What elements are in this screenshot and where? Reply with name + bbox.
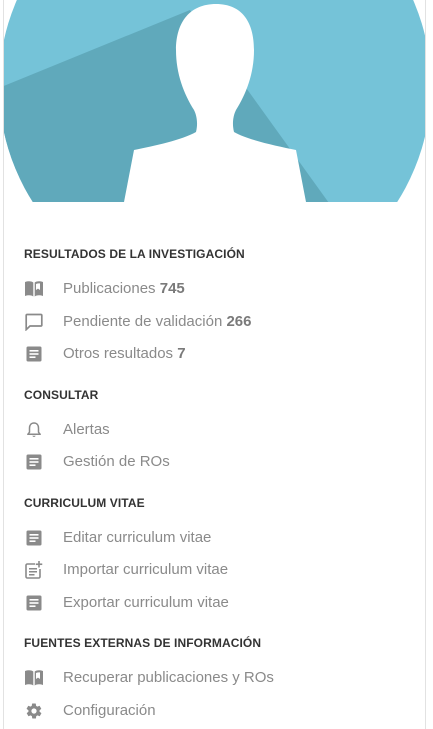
otros-count: 7: [177, 345, 186, 362]
section-title-fuentes-externas: FUENTES EXTERNAS DE INFORMACIÓN: [24, 636, 262, 650]
book-icon: [24, 668, 44, 688]
menu-item-label: Publicaciones 745: [63, 280, 185, 297]
menu-item-label: Configuración: [63, 702, 156, 719]
bell-icon: [24, 420, 44, 440]
publicaciones-count: 745: [159, 280, 185, 297]
menu-item-alertas[interactable]: Alertas: [4, 414, 425, 446]
menu-item-label: Alertas: [63, 421, 110, 438]
menu-item-publicaciones[interactable]: Publicaciones 745: [4, 273, 425, 305]
book-icon: [24, 279, 44, 299]
comment-icon: [24, 312, 44, 332]
section-title-consultar: CONSULTAR: [24, 388, 99, 402]
menu-item-recuperar-publicaciones[interactable]: Recuperar publicaciones y ROs: [4, 662, 425, 694]
menu-item-label: Gestión de ROs: [63, 453, 170, 470]
menu-item-otros-resultados[interactable]: Otros resultados 7: [4, 338, 425, 370]
gear-icon: [24, 701, 44, 721]
menu-item-label: Recuperar publicaciones y ROs: [63, 669, 274, 686]
section-title-resultados: RESULTADOS DE LA INVESTIGACIÓN: [24, 247, 245, 261]
document-add-icon: [24, 560, 44, 580]
sidebar-panel: RESULTADOS DE LA INVESTIGACIÓN Publicaci…: [3, 0, 426, 729]
document-icon: [24, 344, 44, 364]
menu-item-editar-cv[interactable]: Editar curriculum vitae: [4, 522, 425, 554]
section-title-curriculum: CURRICULUM VITAE: [24, 496, 145, 510]
menu-item-configuracion[interactable]: Configuración: [4, 695, 425, 727]
menu-item-pendiente-validacion[interactable]: Pendiente de validación 266: [4, 306, 425, 338]
menu-item-gestion-ros[interactable]: Gestión de ROs: [4, 446, 425, 478]
menu-item-importar-cv[interactable]: Importar curriculum vitae: [4, 554, 425, 586]
avatar-silhouette-icon: [4, 0, 425, 202]
menu-item-label: Pendiente de validación 266: [63, 313, 252, 330]
menu-item-label: Editar curriculum vitae: [63, 529, 212, 546]
menu-item-exportar-cv[interactable]: Exportar curriculum vitae: [4, 587, 425, 619]
profile-avatar[interactable]: [4, 0, 425, 202]
menu-item-label: Otros resultados 7: [63, 345, 186, 362]
menu-item-label: Importar curriculum vitae: [63, 561, 229, 578]
pendiente-count: 266: [226, 313, 252, 330]
document-icon: [24, 452, 44, 472]
menu-item-label: Exportar curriculum vitae: [63, 594, 229, 611]
document-icon: [24, 593, 44, 613]
document-icon: [24, 528, 44, 548]
